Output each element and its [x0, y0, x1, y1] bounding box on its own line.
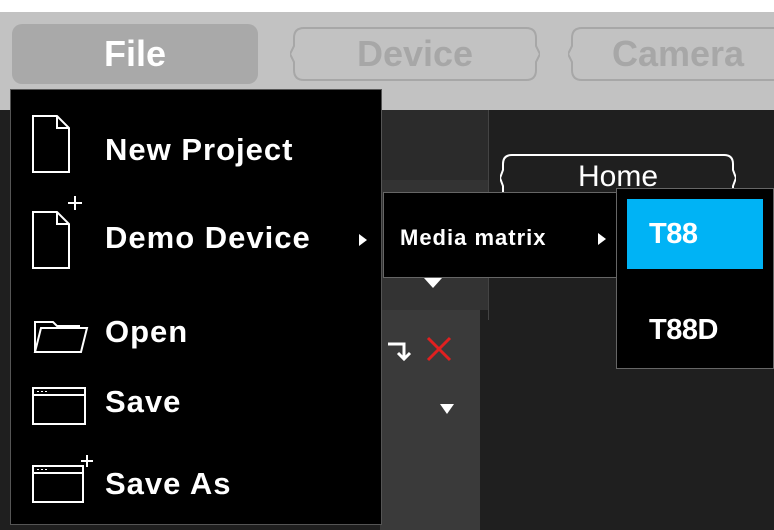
menu-item-save-as[interactable]: Save As	[11, 452, 383, 514]
menu-item-label: Save	[105, 384, 182, 419]
tab-device-label: Device	[356, 33, 474, 74]
menu-item-open[interactable]: Open	[11, 304, 383, 360]
menu-item-label: Demo Device	[105, 220, 311, 255]
tab-camera-label: Camera	[611, 33, 745, 74]
dropdown-arrow-small-icon[interactable]	[440, 404, 454, 414]
menu-item-label: Open	[105, 314, 189, 349]
submenu-media-matrix[interactable]: Media matrix	[383, 192, 619, 278]
import-icon[interactable]	[384, 336, 414, 364]
window-plus-icon	[32, 455, 93, 503]
menu-item-save[interactable]: Save	[11, 374, 383, 432]
menu-item-new-project[interactable]: New Project	[11, 110, 383, 190]
tab-file-label: File	[103, 33, 166, 74]
option-t88[interactable]: T88	[627, 199, 763, 269]
submenu-arrow-icon	[359, 234, 367, 246]
file-menu: New Project Demo Device Open Save Save A…	[10, 89, 382, 525]
menu-item-demo-device[interactable]: Demo Device	[11, 196, 383, 280]
close-icon[interactable]	[424, 334, 454, 364]
side-panel-top	[380, 110, 488, 180]
new-file-icon	[32, 115, 70, 173]
option-t88d[interactable]: T88D	[627, 295, 763, 365]
new-file-plus-icon	[32, 196, 82, 269]
tab-file[interactable]: File	[12, 24, 258, 84]
window-icon	[32, 387, 86, 425]
submenu-label: Media matrix	[400, 225, 547, 250]
menu-item-label: New Project	[105, 132, 294, 167]
tab-device[interactable]: Device	[290, 24, 540, 84]
menu-item-label: Save As	[105, 466, 232, 501]
tab-camera[interactable]: Camera	[568, 24, 774, 84]
dropdown-arrow-icon[interactable]	[424, 278, 442, 288]
submenu-device-models: T88 T88D	[616, 188, 774, 369]
submenu-arrow-icon	[598, 233, 606, 245]
folder-icon	[33, 321, 89, 353]
